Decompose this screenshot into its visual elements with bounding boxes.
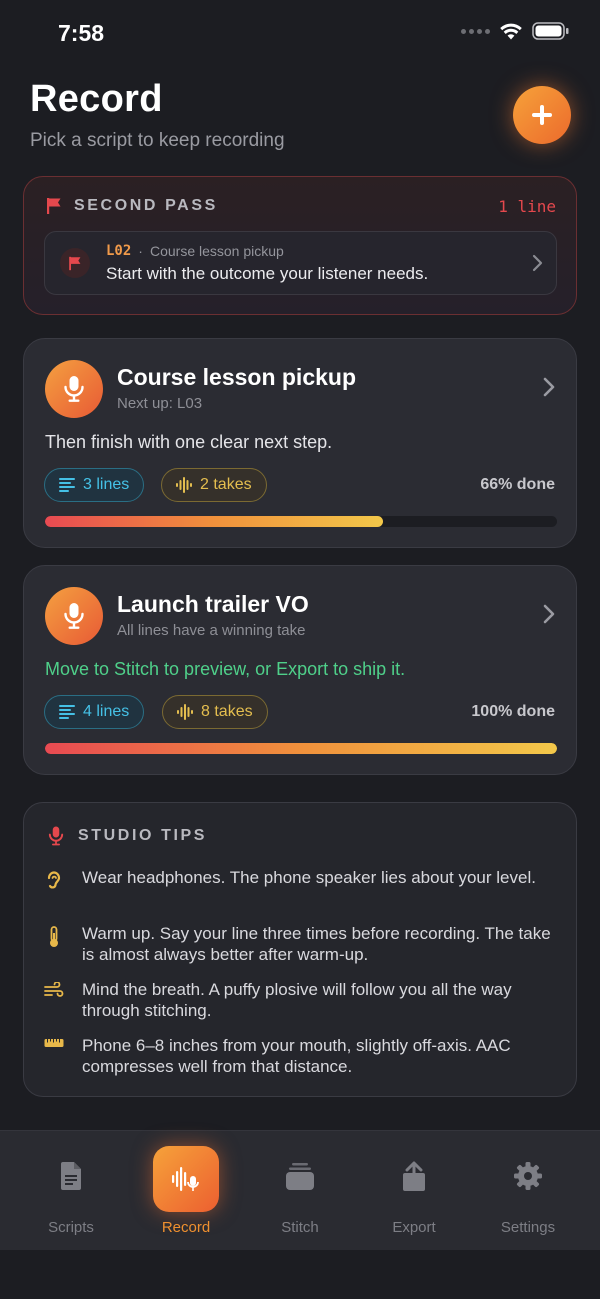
script-mic-badge — [45, 360, 103, 418]
second-pass-meta: L02 · Course lesson pickup — [106, 243, 284, 259]
wifi-icon — [500, 23, 522, 39]
progress-bar — [45, 516, 557, 527]
script-status-line: Move to Stitch to preview, or Export to … — [45, 659, 406, 679]
chevron-right-icon — [543, 604, 555, 624]
lines-badge: 4 lines — [44, 695, 145, 729]
flag-icon — [47, 198, 61, 214]
line-text: Start with the outcome your listener nee… — [106, 264, 429, 283]
lines-count: 3 lines — [83, 476, 130, 493]
thermometer-icon — [50, 926, 58, 947]
takes-badge: 8 takes — [162, 695, 268, 729]
status-icons — [461, 22, 570, 40]
script-subtitle: All lines have a winning take — [117, 622, 306, 639]
script-title: Course lesson pickup — [117, 364, 357, 390]
tip-text: Warm up. Say your line three times befor… — [82, 924, 551, 964]
progress-bar-fill — [45, 743, 557, 754]
flag-badge — [60, 248, 90, 278]
script-title: Launch trailer VO — [117, 591, 309, 617]
script-card[interactable]: Course lesson pickup Next up: L03 Then f… — [23, 338, 577, 548]
microphone-icon — [48, 826, 64, 846]
gear-icon — [514, 1162, 542, 1190]
document-icon — [61, 1162, 81, 1190]
lines-count: 4 lines — [83, 703, 130, 720]
tip-text: Phone 6–8 inches from your mouth, slight… — [82, 1036, 511, 1076]
progress-bar — [45, 743, 557, 754]
waveform-mic-icon — [172, 1167, 199, 1191]
add-script-button[interactable] — [513, 86, 571, 144]
chevron-right-icon — [543, 377, 555, 397]
script-card[interactable]: Launch trailer VO All lines have a winni… — [23, 565, 577, 775]
tip-item: Wear headphones. The phone speaker lies … — [44, 867, 564, 890]
tab-bar: Scripts Record Stitch Export Settings — [0, 1130, 600, 1250]
tab-label: Export — [392, 1219, 436, 1236]
tip-item: Mind the breath. A puffy plosive will fo… — [44, 979, 564, 1021]
lines-icon — [59, 478, 75, 492]
tab-label: Record — [161, 1219, 211, 1236]
studio-tips-header: STUDIO TIPS — [48, 824, 207, 848]
waveform-icon — [176, 477, 192, 493]
takes-count: 2 takes — [200, 476, 252, 493]
takes-count: 8 takes — [201, 703, 253, 720]
second-pass-line-item[interactable]: L02 · Course lesson pickup Start with th… — [44, 231, 557, 295]
second-pass-count: 1 line — [498, 197, 556, 216]
ruler-icon — [44, 1039, 64, 1047]
progress-percent: 66% done — [480, 476, 555, 493]
page-title: Record — [30, 78, 163, 120]
script-next-line: Then finish with one clear next step. — [45, 432, 333, 452]
status-bar: 7:58 — [0, 0, 600, 66]
tip-item: Warm up. Say your line three times befor… — [44, 923, 564, 965]
stack-icon — [286, 1163, 314, 1190]
ear-icon — [47, 871, 61, 889]
second-pass-header: SECOND PASS — [46, 197, 218, 215]
waveform-icon — [177, 704, 193, 720]
script-mic-badge — [45, 587, 103, 645]
tip-text: Mind the breath. A puffy plosive will fo… — [82, 980, 512, 1020]
script-subtitle: Next up: L03 — [117, 395, 203, 412]
wind-icon — [44, 982, 64, 997]
tab-label: Scripts — [48, 1219, 94, 1236]
tab-stitch[interactable]: Stitch — [243, 1131, 357, 1251]
lines-badge: 3 lines — [44, 468, 145, 502]
tip-text: Wear headphones. The phone speaker lies … — [82, 868, 536, 887]
takes-badge: 2 takes — [161, 468, 267, 502]
microphone-icon — [64, 603, 84, 629]
tab-label: Settings — [500, 1219, 556, 1236]
tip-item: Phone 6–8 inches from your mouth, slight… — [44, 1035, 564, 1077]
tab-label: Stitch — [281, 1219, 319, 1236]
plus-icon — [532, 105, 552, 125]
studio-tips-title: STUDIO TIPS — [78, 827, 208, 844]
battery-icon — [532, 22, 569, 40]
line-script-name: Course lesson pickup — [149, 243, 284, 259]
progress-percent: 100% done — [471, 703, 555, 720]
status-time: 7:58 — [58, 20, 105, 46]
tab-settings[interactable]: Settings — [471, 1131, 585, 1251]
chevron-right-icon — [532, 254, 543, 272]
microphone-icon — [64, 376, 84, 402]
lines-icon — [59, 705, 75, 719]
meta-separator: · — [138, 243, 143, 259]
line-id: L02 — [106, 243, 132, 259]
tab-scripts[interactable]: Scripts — [14, 1131, 128, 1251]
signal-dots-icon — [461, 28, 490, 34]
second-pass-title: SECOND PASS — [74, 197, 218, 214]
tab-export[interactable]: Export — [357, 1131, 471, 1251]
page-subtitle: Pick a script to keep recording — [30, 130, 285, 151]
progress-bar-fill — [45, 516, 383, 527]
share-icon — [403, 1161, 425, 1191]
tab-record[interactable]: Record — [129, 1131, 243, 1251]
studio-tips-card: STUDIO TIPS Wear headphones. The phone s… — [23, 802, 577, 1097]
home-indicator-area — [0, 1250, 600, 1299]
flag-icon — [69, 256, 81, 270]
second-pass-section: SECOND PASS 1 line L02 · Course lesson p… — [23, 176, 577, 315]
